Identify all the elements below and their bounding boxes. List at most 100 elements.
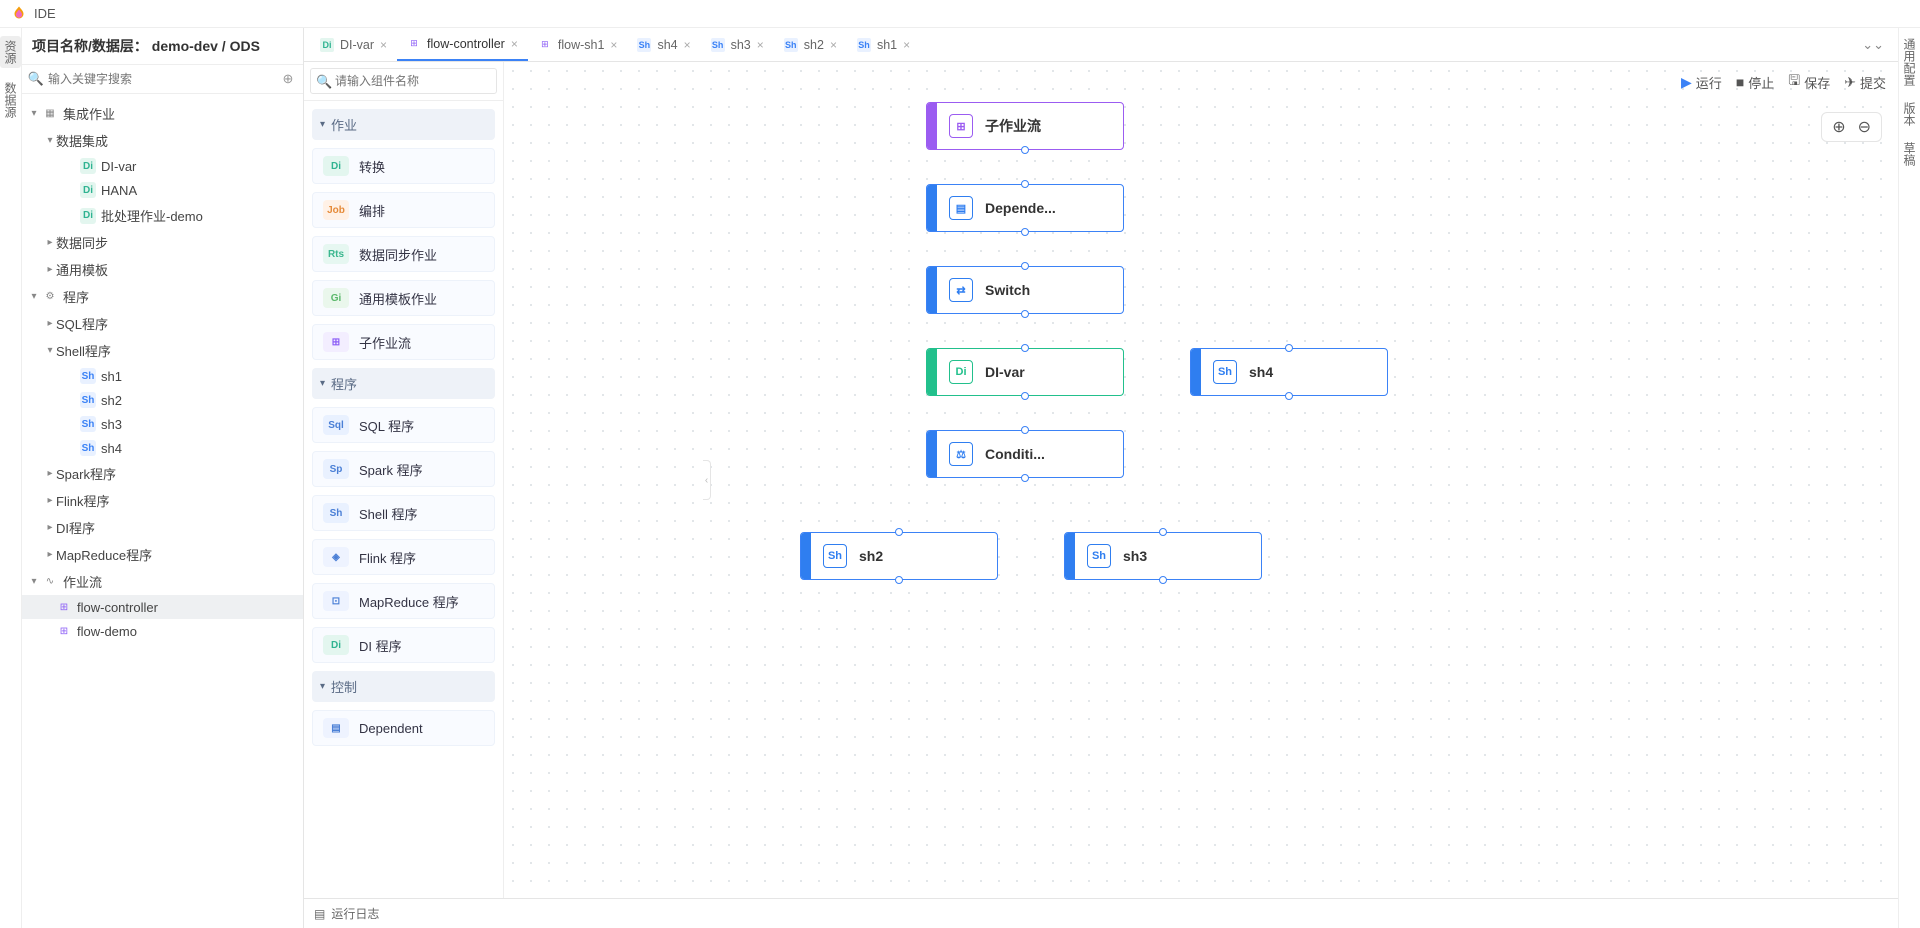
- flow-icon: ⊞: [538, 38, 552, 52]
- tab-flow-controller[interactable]: ⊞flow-controller×: [397, 28, 528, 61]
- palette-item[interactable]: Rts数据同步作业: [312, 236, 495, 272]
- play-icon: ▶: [1681, 74, 1692, 91]
- tree-leaf[interactable]: DiHANA: [22, 178, 303, 202]
- log-icon: ▤: [314, 907, 325, 921]
- tree-leaf[interactable]: Shsh1: [22, 364, 303, 388]
- close-icon[interactable]: ×: [684, 38, 691, 52]
- stop-button[interactable]: ■停止: [1736, 70, 1774, 94]
- close-icon[interactable]: ×: [757, 38, 764, 52]
- flow-node-condition[interactable]: ⚖Conditi...: [926, 430, 1124, 478]
- close-icon[interactable]: ×: [380, 38, 387, 52]
- palette-item[interactable]: ⊞子作业流: [312, 324, 495, 360]
- main: DiDI-var× ⊞flow-controller× ⊞flow-sh1× S…: [304, 28, 1898, 928]
- flow-canvas[interactable]: ⊞子作业流 ▤Depende... ⇄Switch DiDI-var Shsh4…: [504, 62, 1898, 898]
- sql-icon: Sql: [323, 415, 349, 435]
- tab-flow-sh1[interactable]: ⊞flow-sh1×: [528, 28, 628, 61]
- palette-search-input[interactable]: [310, 68, 497, 94]
- collapse-handle[interactable]: ‹: [703, 460, 711, 500]
- tree-node-sql[interactable]: ▸SQL程序: [22, 310, 303, 337]
- rail-item-version[interactable]: 版本: [1901, 102, 1918, 126]
- sh-icon: Sh: [711, 38, 725, 52]
- tree-node-mr[interactable]: ▸MapReduce程序: [22, 541, 303, 568]
- rail-item-resource[interactable]: 资源: [0, 36, 21, 68]
- tab-sh2[interactable]: Shsh2×: [774, 28, 847, 61]
- zoom-in-button[interactable]: ⊕: [1828, 117, 1849, 137]
- tree-leaf[interactable]: Shsh2: [22, 388, 303, 412]
- tree-node-chengxu[interactable]: ▾⚙程序: [22, 283, 303, 310]
- tree-node-shujutongbu[interactable]: ▸数据同步: [22, 229, 303, 256]
- rail-item-datasource[interactable]: 数据源: [2, 82, 19, 118]
- search-icon: 🔍: [316, 74, 332, 90]
- app-logo-icon: [10, 5, 28, 23]
- tree-node-shell[interactable]: ▾Shell程序: [22, 337, 303, 364]
- flow-node-sh4[interactable]: Shsh4: [1190, 348, 1388, 396]
- tabs-more-icon[interactable]: ⌄⌄: [1854, 37, 1892, 53]
- flow-node-subflow[interactable]: ⊞子作业流: [926, 102, 1124, 150]
- palette-item[interactable]: ◈Flink 程序: [312, 539, 495, 575]
- statusbar[interactable]: ▤ 运行日志: [304, 898, 1898, 928]
- submit-button[interactable]: ✈提交: [1844, 70, 1886, 94]
- zoom-out-button[interactable]: ⊖: [1854, 117, 1875, 137]
- palette-section-chengxu[interactable]: ▾程序: [312, 368, 495, 399]
- sh-icon: Sh: [80, 368, 96, 384]
- tab-sh3[interactable]: Shsh3×: [701, 28, 774, 61]
- rts-icon: Rts: [323, 244, 349, 264]
- tab-sh1[interactable]: Shsh1×: [847, 28, 920, 61]
- flow-node-switch[interactable]: ⇄Switch: [926, 266, 1124, 314]
- tree-leaf-flow-demo[interactable]: ⊞flow-demo: [22, 619, 303, 643]
- palette-item[interactable]: SpSpark 程序: [312, 451, 495, 487]
- add-icon[interactable]: ⊕: [279, 70, 297, 88]
- sidebar-search: 🔍 ⊕: [22, 65, 303, 94]
- tree-node-jicheng[interactable]: ▾▦集成作业: [22, 100, 303, 127]
- tab-sh4[interactable]: Shsh4×: [627, 28, 700, 61]
- di-icon: Di: [323, 156, 349, 176]
- palette-item[interactable]: Gi通用模板作业: [312, 280, 495, 316]
- palette-section-zuoye[interactable]: ▾作业: [312, 109, 495, 140]
- close-icon[interactable]: ×: [903, 38, 910, 52]
- flink-icon: ◈: [323, 547, 349, 567]
- tab-di-var[interactable]: DiDI-var×: [310, 28, 397, 61]
- tree-leaf[interactable]: Di批处理作业-demo: [22, 202, 303, 229]
- run-button[interactable]: ▶运行: [1681, 70, 1722, 94]
- mr-icon: ⊡: [323, 591, 349, 611]
- sh-icon: Sh: [80, 392, 96, 408]
- sidebar-search-input[interactable]: [44, 69, 279, 89]
- tree-leaf[interactable]: DiDI-var: [22, 154, 303, 178]
- save-button[interactable]: 🖫保存: [1788, 70, 1830, 94]
- palette-item[interactable]: Di转换: [312, 148, 495, 184]
- close-icon[interactable]: ×: [610, 38, 617, 52]
- palette-item[interactable]: ▤Dependent: [312, 710, 495, 746]
- subflow-icon: ⊞: [949, 114, 973, 138]
- spark-icon: Sp: [323, 459, 349, 479]
- rail-item-config[interactable]: 通用配置: [1901, 38, 1918, 86]
- send-icon: ✈: [1844, 74, 1856, 91]
- tree-node-flink[interactable]: ▸Flink程序: [22, 487, 303, 514]
- palette-item[interactable]: Job编排: [312, 192, 495, 228]
- tree-node-diprog[interactable]: ▸DI程序: [22, 514, 303, 541]
- close-icon[interactable]: ×: [830, 38, 837, 52]
- palette-item[interactable]: ⊡MapReduce 程序: [312, 583, 495, 619]
- gear-icon: ⚙: [42, 289, 58, 305]
- tree-node-tongyongmoban[interactable]: ▸通用模板: [22, 256, 303, 283]
- tree-leaf[interactable]: Shsh3: [22, 412, 303, 436]
- flow-node-dependent[interactable]: ▤Depende...: [926, 184, 1124, 232]
- palette-item[interactable]: SqlSQL 程序: [312, 407, 495, 443]
- flow-node-di-var[interactable]: DiDI-var: [926, 348, 1124, 396]
- sh-icon: Sh: [80, 440, 96, 456]
- rail-item-draft[interactable]: 草稿: [1901, 142, 1918, 166]
- flow-node-sh2[interactable]: Shsh2: [800, 532, 998, 580]
- sh-icon: Sh: [1087, 544, 1111, 568]
- search-icon: 🔍: [28, 71, 44, 87]
- close-icon[interactable]: ×: [511, 37, 518, 51]
- tree-leaf[interactable]: Shsh4: [22, 436, 303, 460]
- tree-node-shujujicheng[interactable]: ▾数据集成: [22, 127, 303, 154]
- tree-node-spark[interactable]: ▸Spark程序: [22, 460, 303, 487]
- palette-section-kongzhi[interactable]: ▾控制: [312, 671, 495, 702]
- tree-leaf-flow-controller[interactable]: ⊞flow-controller: [22, 595, 303, 619]
- tree-node-zuoyeliu[interactable]: ▾∿作业流: [22, 568, 303, 595]
- palette-item[interactable]: ShShell 程序: [312, 495, 495, 531]
- flow-node-sh3[interactable]: Shsh3: [1064, 532, 1262, 580]
- flow-icon: ⊞: [56, 623, 72, 639]
- sh-icon: Sh: [637, 38, 651, 52]
- palette-item[interactable]: DiDI 程序: [312, 627, 495, 663]
